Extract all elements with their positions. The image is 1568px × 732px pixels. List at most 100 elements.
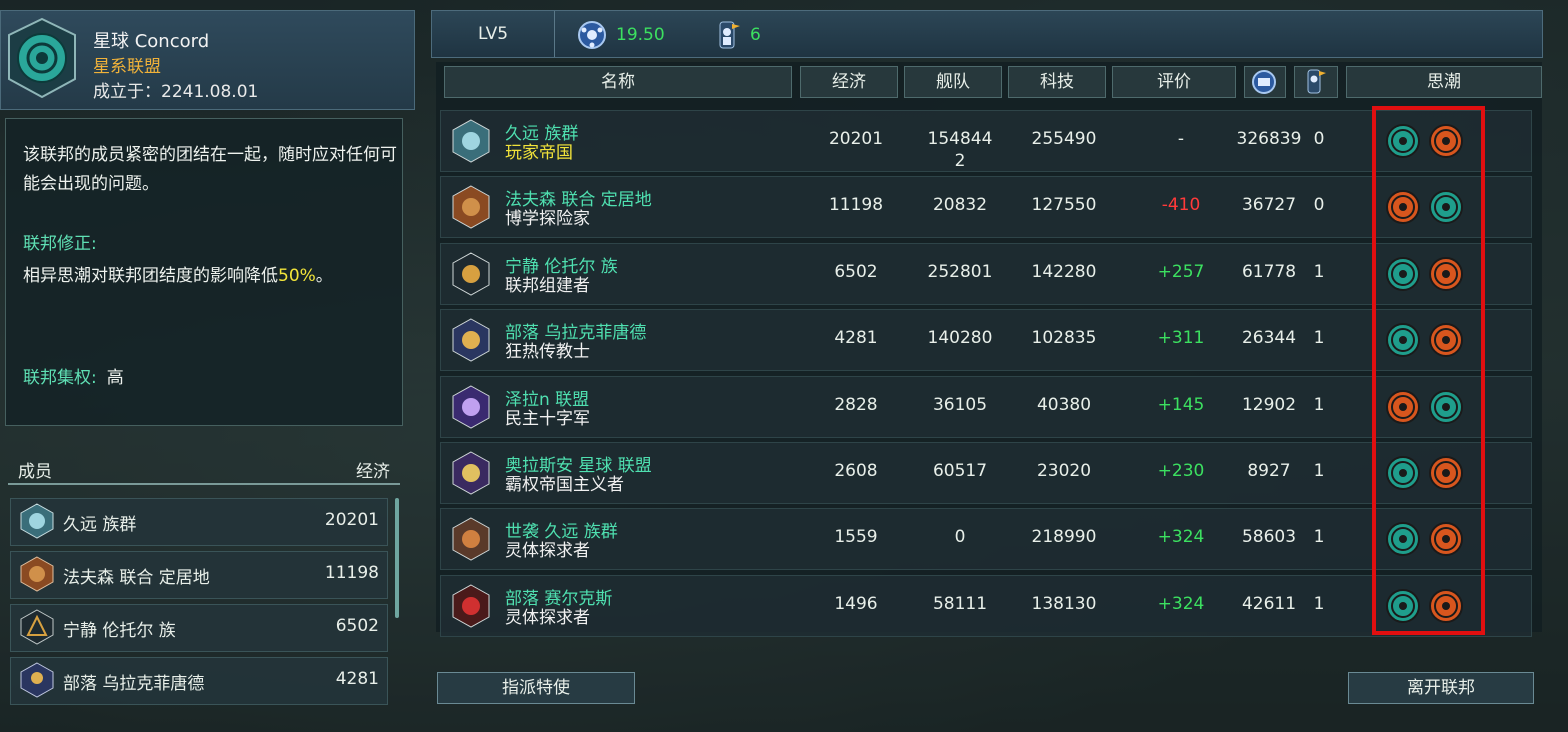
cell-economy: 20201 — [828, 129, 884, 149]
cell-tech: 142280 — [1031, 262, 1097, 282]
table-row[interactable]: 宁静 伦托尔 族联邦组建者 6502 252801 142280 +257 61778 1 — [440, 243, 1532, 305]
col-header-tech[interactable]: 科技 — [1008, 66, 1106, 98]
cell-economy: 1496 — [834, 594, 878, 614]
federation-members-panel: LV5 19.50 6 名称 经济 舰队 科技 评价 思潮 久远 族群 玩家帝国 2… — [431, 10, 1543, 660]
table-row[interactable]: 部落 乌拉克菲唐德 狂热传教士 4281 140280 102835 +311 26344 1 — [440, 309, 1532, 371]
empire-flag-icon — [20, 609, 54, 645]
cell-economy: 2608 — [834, 461, 878, 481]
cell-tech: 102835 — [1031, 328, 1097, 348]
cohesion-icon — [1252, 70, 1276, 94]
federation-name: 星球 Concord — [93, 31, 210, 52]
col-header-rating[interactable]: 评价 — [1112, 66, 1236, 98]
empire-subtitle: 灵体探求者 — [505, 608, 590, 628]
envoy-stat[interactable]: 6 — [714, 20, 784, 49]
list-item[interactable]: 久远 族群 20201 — [10, 498, 388, 546]
empire-flag-icon — [452, 451, 490, 495]
envoy-icon — [1307, 69, 1326, 94]
cell-col6: 12902 — [1241, 395, 1297, 415]
federation-level[interactable]: LV5 — [432, 11, 555, 57]
list-item[interactable]: 宁静 伦托尔 族 6502 — [10, 604, 388, 652]
federation-description: 该联邦的成员紧密的团结在一起，随时应对任何可能会出现的问题。 — [23, 145, 397, 194]
cell-col6: 58603 — [1241, 527, 1297, 547]
list-item[interactable]: 法夫森 联合 定居地 11198 — [10, 551, 388, 599]
cell-col6: 36727 — [1241, 195, 1297, 215]
modifier-text: 相异思潮对联邦团结度的影响降低50%。 — [23, 266, 333, 286]
table-row[interactable]: 世袭 久远 族群 灵体探求者 1559 0 218990 +324 58603 1 — [440, 508, 1532, 570]
federation-type: 星系联盟 — [93, 57, 161, 77]
empire-flag-icon — [452, 119, 490, 163]
cell-col7: 1 — [1313, 262, 1325, 282]
envoy-value: 6 — [750, 25, 761, 45]
table-row[interactable]: 久远 族群 玩家帝国 20201 154844 255490-326839 0 2 — [440, 110, 1532, 172]
cell-rating: +324 — [1157, 527, 1205, 547]
cell-economy: 4281 — [834, 328, 878, 348]
col-header-ethics[interactable]: 思潮 — [1346, 66, 1542, 98]
cell-col6: 326839 — [1236, 129, 1302, 149]
cell-rating: +311 — [1157, 328, 1205, 348]
empire-flag-icon — [452, 584, 490, 628]
cell-col7: 1 — [1313, 328, 1325, 348]
col-header-envoy[interactable] — [1294, 66, 1338, 98]
cell-fleet: 20832 — [932, 195, 988, 215]
empire-flag-icon — [20, 662, 54, 698]
cell-fleet: 252801 — [927, 262, 993, 282]
table-row[interactable]: 部落 赛尔克斯 灵体探求者 1496 58111 138130 +324 42611 1 — [440, 575, 1532, 637]
leave-federation-button[interactable]: 离开联邦 — [1348, 672, 1534, 704]
cell-col7: 1 — [1313, 461, 1325, 481]
table-row[interactable]: 泽拉n 联盟 民主十字军 2828 36105 40380 +145 12902 1 — [440, 376, 1532, 438]
members-col-economy[interactable]: 经济 — [356, 457, 390, 482]
ethics-highlight-box — [1372, 106, 1485, 635]
cell-fleet: 58111 — [932, 594, 988, 614]
centralization-value: 高 — [106, 368, 124, 388]
federation-header: 星球 Concord 星系联盟 成立于：2241.08.01 — [0, 10, 415, 110]
cell-tech: 255490 — [1031, 129, 1097, 149]
empire-flag-icon — [452, 385, 490, 429]
cell-economy: 6502 — [834, 262, 878, 282]
table-row[interactable]: 奥拉斯安 星球 联盟 霸权帝国主义者 2608 60517 23020 +230 8927 1 — [440, 442, 1532, 504]
members-scrollbar[interactable] — [395, 498, 399, 618]
col-header-economy[interactable]: 经济 — [800, 66, 898, 98]
table-row[interactable]: 法夫森 联合 定居地 博学探险家 11198 20832 127550 -410 36727… — [440, 176, 1532, 238]
cell-economy: 1559 — [834, 527, 878, 547]
col-header-name[interactable]: 名称 — [444, 66, 792, 98]
cohesion-stat[interactable]: 19.50 — [576, 20, 686, 49]
empire-flag-icon — [452, 517, 490, 561]
empire-subtitle: 博学探险家 — [505, 209, 590, 229]
members-header: 成员 经济 — [8, 455, 400, 485]
cell-rating: +324 — [1157, 594, 1205, 614]
federation-topbar: LV5 19.50 6 — [431, 10, 1543, 58]
cell-fleet: 154844 — [927, 129, 993, 149]
cell-col7: 0 — [1313, 129, 1325, 149]
list-item[interactable]: 部落 乌拉克菲唐德 4281 — [10, 657, 388, 705]
cell-col6: 42611 — [1241, 594, 1297, 614]
federation-description-box: 该联邦的成员紧密的团结在一起，随时应对任何可能会出现的问题。 联邦修正: 相异思… — [5, 118, 403, 426]
empire-subtitle: 玩家帝国 — [505, 143, 573, 163]
cell-rating: -410 — [1161, 195, 1201, 215]
col-header-fleet[interactable]: 舰队 — [904, 66, 1002, 98]
empire-subtitle: 联邦组建者 — [505, 276, 590, 296]
cell-rating: - — [1177, 129, 1185, 149]
members-list: 久远 族群 20201 法夫森 联合 定居地 11198 宁静 伦托尔 族 65… — [10, 498, 388, 710]
envoy-icon — [719, 21, 740, 49]
empire-flag-icon — [452, 185, 490, 229]
empire-flag-icon — [20, 556, 54, 592]
federation-emblem-icon — [8, 17, 76, 99]
cell-economy: 2828 — [834, 395, 878, 415]
empire-flag-icon — [20, 503, 54, 539]
cell-tech: 218990 — [1031, 527, 1097, 547]
col-header-cohesion[interactable] — [1244, 66, 1286, 98]
send-envoy-button[interactable]: 指派特使 — [437, 672, 635, 704]
cell-tech: 23020 — [1036, 461, 1092, 481]
cell-col6: 26344 — [1241, 328, 1297, 348]
members-col-member[interactable]: 成员 — [18, 457, 52, 482]
cell-economy: 11198 — [828, 195, 884, 215]
centralization: 联邦集权: 高 — [23, 368, 124, 388]
cell-col6: 8927 — [1247, 461, 1291, 481]
federation-founded-date: 成立于：2241.08.01 — [93, 82, 259, 102]
cohesion-icon — [578, 21, 606, 49]
cell-fleet-wrap: 2 — [954, 151, 966, 171]
cell-fleet: 36105 — [932, 395, 988, 415]
modifier-label: 联邦修正: — [23, 234, 97, 254]
empire-flag-icon — [452, 318, 490, 362]
empire-subtitle: 灵体探求者 — [505, 541, 590, 561]
